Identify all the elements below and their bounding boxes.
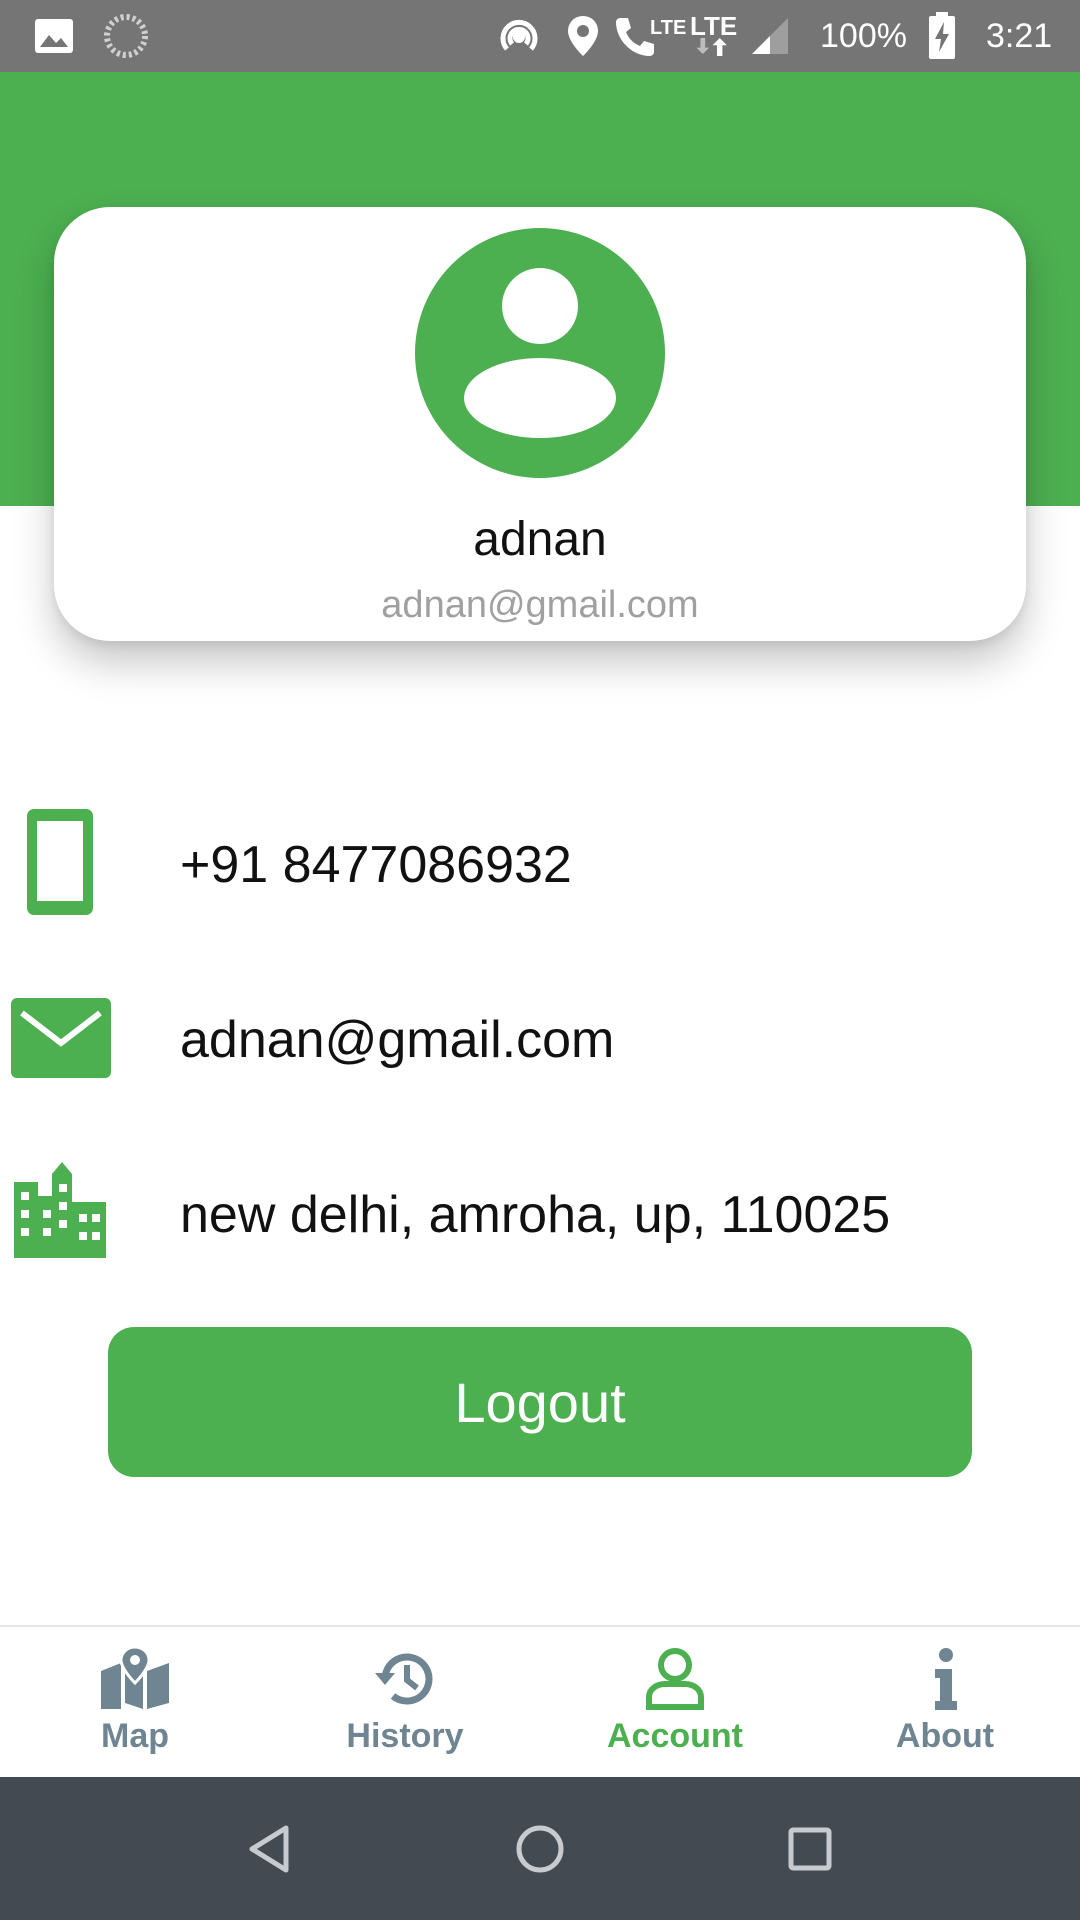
account-icon (646, 1648, 704, 1710)
logout-button[interactable]: Logout (108, 1327, 972, 1477)
info-icon (935, 1648, 957, 1710)
nav-label-map: Map (101, 1717, 169, 1755)
person-icon (464, 268, 616, 438)
signal-icon (750, 0, 790, 72)
address-text: new delhi, amroha, up, 110025 (180, 1186, 891, 1244)
nav-item-history[interactable]: History (270, 1627, 540, 1777)
history-icon (375, 1653, 433, 1705)
city-icon (14, 1162, 106, 1263)
battery-percent-text: 100% (820, 16, 907, 55)
back-button[interactable] (210, 1777, 330, 1920)
clock-text: 3:21 (986, 16, 1053, 55)
volte-call-icon: LTE (612, 0, 686, 72)
location-icon (566, 0, 600, 72)
home-button[interactable] (480, 1777, 600, 1920)
recents-icon (788, 1827, 832, 1870)
home-icon (516, 1825, 564, 1872)
account-screen: LTE LTE 100% 3:21 adnan adnan@gmail.com … (0, 0, 1080, 1920)
nav-label-history: History (346, 1717, 464, 1755)
avatar[interactable] (415, 228, 665, 478)
battery-charging-icon (928, 0, 956, 72)
profile-name: adnan (473, 513, 607, 566)
lte-data-label: LTE (690, 11, 738, 41)
phone-number: +91 8477086932 (180, 836, 572, 894)
phone-icon (25, 807, 95, 922)
mail-icon (10, 997, 112, 1084)
battery-percent: 100% (820, 0, 907, 72)
nav-item-map[interactable]: Map (0, 1627, 270, 1777)
gallery-notification-icon (34, 0, 74, 72)
bottom-navigation: Map History Account About (0, 1625, 1080, 1777)
status-bar: LTE LTE 100% 3:21 (0, 0, 1080, 72)
profile-card: adnan adnan@gmail.com (54, 207, 1026, 641)
nav-label-account: Account (607, 1717, 743, 1755)
lte-label: LTE (650, 16, 687, 39)
lte-data-icon: LTE (690, 0, 737, 72)
back-icon (249, 1825, 289, 1872)
address-row: new delhi, amroha, up, 110025 (0, 1155, 1080, 1275)
email-row: adnan@gmail.com (0, 980, 1080, 1100)
hotspot-icon (494, 0, 544, 72)
sync-notification-icon (104, 0, 148, 72)
email-address: adnan@gmail.com (180, 1011, 615, 1069)
profile-email: adnan@gmail.com (381, 584, 699, 626)
nav-label-about: About (895, 1717, 995, 1755)
map-icon (101, 1647, 169, 1709)
recents-button[interactable] (750, 1777, 870, 1920)
clock: 3:21 (986, 0, 1052, 72)
system-navigation-bar (0, 1777, 1080, 1920)
nav-item-about[interactable]: About (810, 1627, 1080, 1777)
phone-row: +91 8477086932 (0, 805, 1080, 925)
nav-item-account[interactable]: Account (540, 1627, 810, 1777)
